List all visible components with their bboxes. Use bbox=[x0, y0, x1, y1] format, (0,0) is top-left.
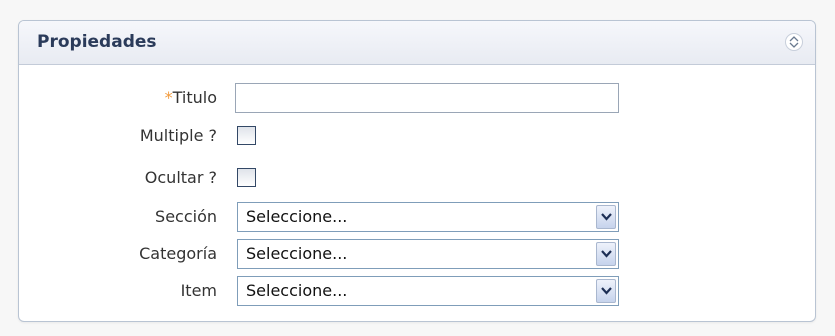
properties-panel: Propiedades *Titulo Multiple ? Ocultar ?… bbox=[18, 20, 816, 322]
panel-title: Propiedades bbox=[37, 32, 157, 52]
item-label: Item bbox=[180, 281, 217, 300]
required-marker: * bbox=[164, 88, 173, 107]
categoria-dropdown-button[interactable] bbox=[596, 242, 616, 266]
seccion-selected-value: Seleccione... bbox=[246, 207, 348, 226]
item-selected-value: Seleccione... bbox=[246, 281, 348, 300]
chevron-down-icon bbox=[601, 250, 612, 258]
chevron-down-icon bbox=[601, 287, 612, 295]
panel-header: Propiedades bbox=[19, 21, 815, 65]
ocultar-checkbox[interactable] bbox=[237, 168, 256, 187]
seccion-dropdown-button[interactable] bbox=[596, 205, 616, 229]
seccion-row: Sección Seleccione... bbox=[19, 202, 815, 232]
item-select[interactable]: Seleccione... bbox=[237, 276, 619, 306]
titulo-label: *Titulo bbox=[165, 88, 217, 107]
multiple-label: Multiple ? bbox=[139, 126, 217, 145]
item-row: Item Seleccione... bbox=[19, 276, 815, 306]
seccion-label: Sección bbox=[155, 207, 217, 226]
titulo-input[interactable] bbox=[235, 83, 619, 113]
categoria-selected-value: Seleccione... bbox=[246, 244, 348, 263]
collapse-toggle-button[interactable] bbox=[785, 33, 803, 51]
titulo-label-text: Titulo bbox=[172, 88, 217, 107]
categoria-row: Categoría Seleccione... bbox=[19, 239, 815, 269]
titulo-row: *Titulo bbox=[19, 83, 815, 113]
multiple-checkbox[interactable] bbox=[237, 126, 256, 145]
ocultar-label: Ocultar ? bbox=[144, 168, 217, 187]
collapse-toggle-icon bbox=[789, 36, 799, 48]
item-dropdown-button[interactable] bbox=[596, 279, 616, 303]
ocultar-row: Ocultar ? bbox=[19, 163, 815, 193]
categoria-select[interactable]: Seleccione... bbox=[237, 239, 619, 269]
multiple-row: Multiple ? bbox=[19, 121, 815, 151]
seccion-select[interactable]: Seleccione... bbox=[237, 202, 619, 232]
chevron-down-icon bbox=[601, 213, 612, 221]
categoria-label: Categoría bbox=[139, 244, 217, 263]
